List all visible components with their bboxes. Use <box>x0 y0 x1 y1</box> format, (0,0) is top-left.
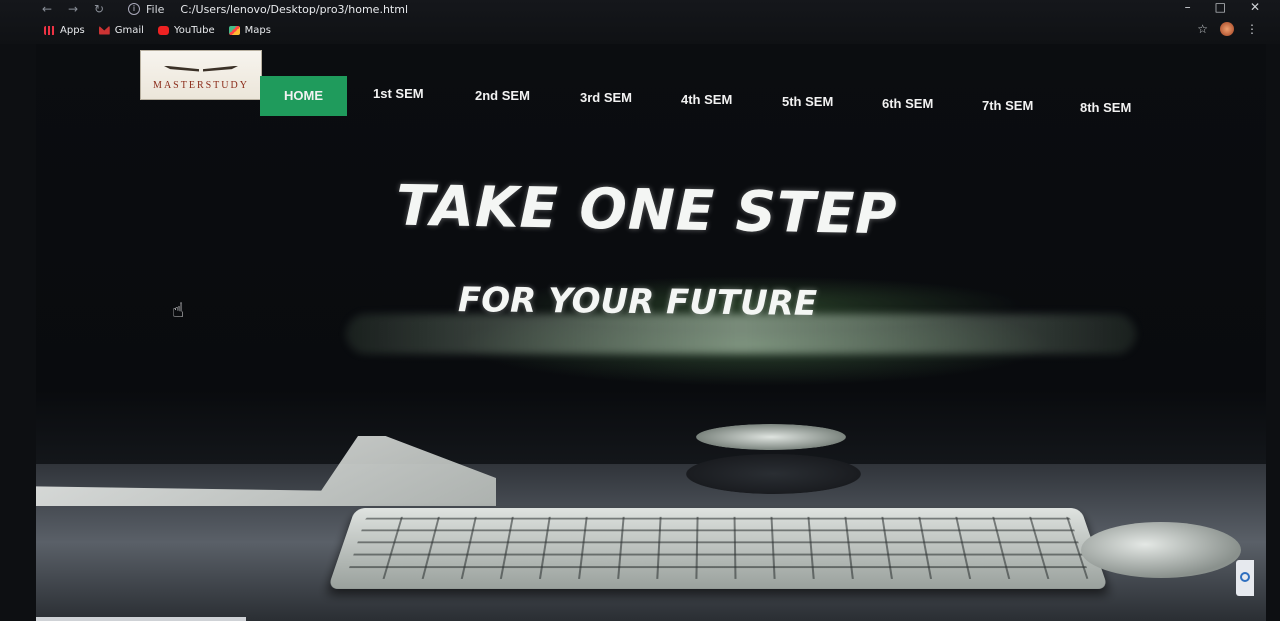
url-scheme-label: File <box>146 2 165 16</box>
reload-icon[interactable]: ↻ <box>92 2 106 16</box>
bookmark-gmail[interactable]: Gmail <box>98 24 144 36</box>
keyboard-keys <box>345 516 1091 579</box>
forward-icon[interactable]: → <box>66 2 80 16</box>
bookmarks-bar: Apps Gmail YouTube Maps <box>44 20 271 40</box>
nav-sem-1[interactable]: 1st SEM <box>373 74 424 114</box>
background-mouse <box>1081 522 1241 578</box>
wings-logo-icon <box>161 60 241 78</box>
bookmark-label: Apps <box>60 24 85 36</box>
nav-sem-7[interactable]: 7th SEM <box>982 86 1033 126</box>
nav-sem-3[interactable]: 3rd SEM <box>580 78 632 118</box>
bookmark-label: YouTube <box>173 24 215 36</box>
maximize-icon[interactable]: □ <box>1215 0 1226 14</box>
hero-headline: TAKE ONE STEP <box>395 173 898 248</box>
profile-avatar-icon[interactable] <box>1220 22 1234 36</box>
maps-icon <box>228 25 240 35</box>
star-icon[interactable]: ☆ <box>1197 22 1208 36</box>
nav-sem-5[interactable]: 5th SEM <box>782 82 833 122</box>
address-bar: ← → ↻ i File C:/Users/lenovo/Desktop/pro… <box>40 0 1270 18</box>
bookmark-label: Maps <box>244 24 271 36</box>
browser-chrome: ← → ↻ i File C:/Users/lenovo/Desktop/pro… <box>0 0 1280 44</box>
page-viewport: MASTERSTUDY HOME 1st SEM 2nd SEM 3rd SEM… <box>36 44 1266 621</box>
close-icon[interactable]: ✕ <box>1250 0 1260 14</box>
minimize-icon[interactable]: – <box>1185 0 1191 14</box>
back-icon[interactable]: ← <box>40 2 54 16</box>
bookmark-maps[interactable]: Maps <box>228 24 271 36</box>
nav-sem-6[interactable]: 6th SEM <box>882 84 933 124</box>
menu-dots-icon[interactable]: ⋮ <box>1246 22 1258 36</box>
bookmark-youtube[interactable]: YouTube <box>157 24 215 36</box>
background-monitor-stand <box>696 424 846 450</box>
site-logo[interactable]: MASTERSTUDY <box>140 50 262 100</box>
apps-icon <box>44 25 55 35</box>
main-nav: HOME 1st SEM 2nd SEM 3rd SEM 4th SEM 5th… <box>260 76 1160 116</box>
nav-sem-8[interactable]: 8th SEM <box>1080 88 1131 128</box>
status-bar <box>36 617 246 621</box>
nav-sem-2[interactable]: 2nd SEM <box>475 76 530 116</box>
hand-cursor-icon: ☝ <box>172 298 185 322</box>
url-input[interactable]: C:/Users/lenovo/Desktop/pro3/home.html <box>180 3 408 16</box>
logo-text: MASTERSTUDY <box>153 79 249 91</box>
gmail-icon <box>98 25 110 35</box>
nav-sem-4[interactable]: 4th SEM <box>681 80 732 120</box>
info-icon[interactable]: i <box>128 3 140 15</box>
background-keyboard <box>327 508 1109 589</box>
bookmark-apps[interactable]: Apps <box>44 25 85 36</box>
bookmark-label: Gmail <box>114 24 144 36</box>
nav-home[interactable]: HOME <box>260 76 347 116</box>
youtube-icon <box>157 25 169 35</box>
help-widget-icon[interactable] <box>1236 560 1254 596</box>
window-controls: – □ ✕ <box>1185 0 1260 14</box>
hero-subheadline: FOR YOUR FUTURE <box>457 280 818 324</box>
background-stand-base <box>686 454 861 494</box>
toolbar-right: ☆ ⋮ <box>1197 22 1258 36</box>
